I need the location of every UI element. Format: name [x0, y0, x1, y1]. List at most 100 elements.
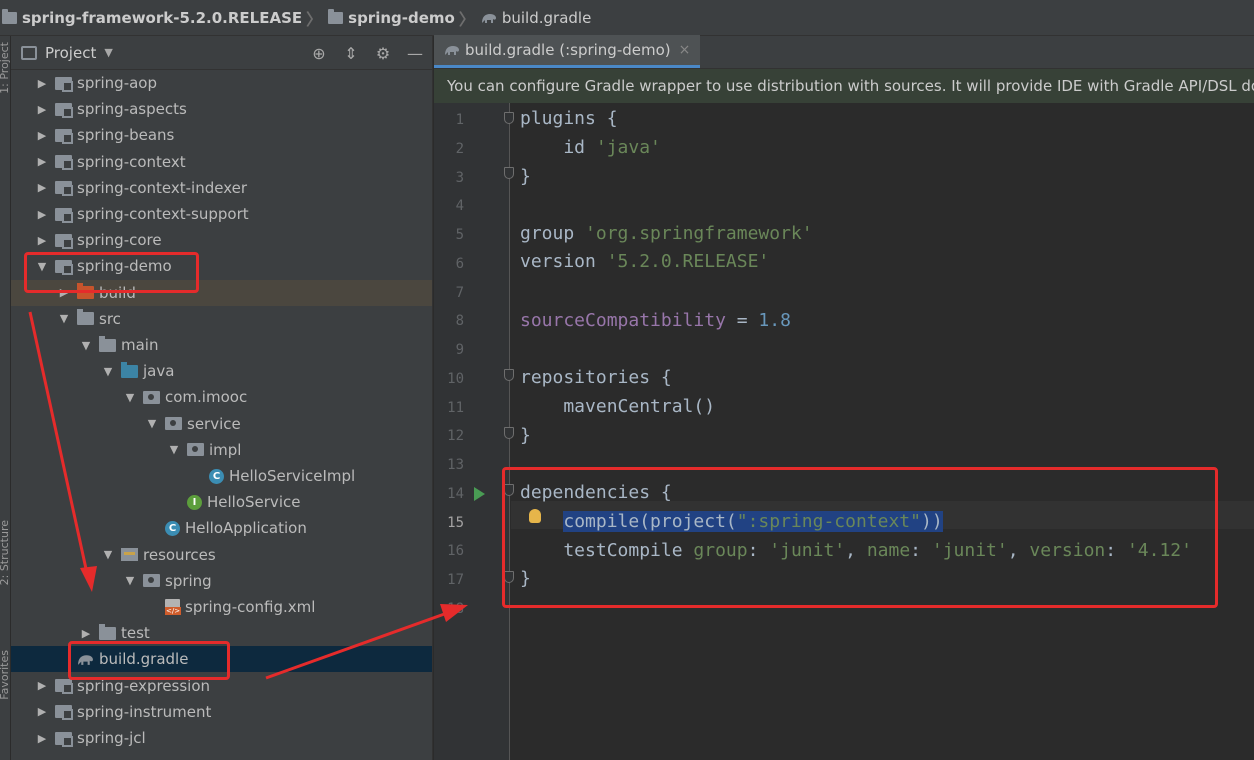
module-icon	[55, 181, 73, 197]
tree-item-spring-demo[interactable]: ▼ spring-demo	[11, 253, 432, 279]
tree-item-spring-beans[interactable]: ▶ spring-beans	[11, 122, 432, 148]
editor-area: build.gradle (:spring-demo) × You can co…	[434, 35, 1254, 760]
source-folder-icon	[121, 361, 138, 378]
chevron-down-icon[interactable]: ▼	[104, 46, 112, 59]
collapsed-arrow-icon[interactable]: ▶	[35, 234, 49, 247]
tree-item-helloservice[interactable]: ▶IHelloService	[11, 489, 432, 515]
editor-gutter: 1 2 3 4 5 6 7 8 9 10 11 12 13 14 15 16 17 18	[434, 103, 514, 760]
collapsed-arrow-icon[interactable]: ▶	[35, 679, 49, 692]
breadcrumb-item-file[interactable]: build.gradle	[481, 9, 591, 27]
tree-item-spring-core[interactable]: ▶ spring-core	[11, 227, 432, 253]
expanded-arrow-icon[interactable]: ▼	[123, 574, 137, 587]
line-number: 11	[447, 399, 464, 416]
code-line-17: }	[520, 568, 531, 589]
code-line-12: }	[520, 425, 531, 446]
tree-item-java[interactable]: ▼ java	[11, 358, 432, 384]
expanded-arrow-icon[interactable]: ▼	[35, 260, 49, 273]
tree-item-build-gradle[interactable]: ▶build.gradle	[11, 646, 432, 673]
run-icon[interactable]	[474, 487, 485, 501]
tree-item-helloserviceimpl[interactable]: ▶CHelloServiceImpl	[11, 463, 432, 489]
expanded-arrow-icon[interactable]: ▼	[123, 391, 137, 404]
line-number: 18	[447, 600, 464, 617]
breadcrumb-item-module[interactable]: spring-demo 〉	[328, 6, 481, 30]
code-line-1: plugins {	[520, 108, 618, 129]
line-number: 13	[447, 457, 464, 473]
tree-item-src[interactable]: ▼ src	[11, 306, 432, 332]
favorites-tool-tab[interactable]: Favorites	[0, 650, 11, 700]
line-number: 8	[455, 313, 464, 330]
tree-item-spring-context-support[interactable]: ▶ spring-context-support	[11, 201, 432, 227]
collapsed-arrow-icon[interactable]: ▶	[35, 705, 49, 718]
tree-item-label: test	[121, 624, 150, 643]
tree-item-spring-expression[interactable]: ▶ spring-expression	[11, 673, 432, 699]
class-icon: C	[209, 468, 224, 484]
tree-item-label: spring-jcl	[77, 729, 146, 747]
tree-item-label: spring-aop	[77, 74, 158, 92]
collapsed-arrow-icon[interactable]: ▶	[35, 103, 49, 116]
spring-boot-class-icon: C	[165, 520, 180, 536]
collapsed-arrow-icon[interactable]: ▶	[35, 732, 49, 745]
line-number: 9	[455, 342, 464, 358]
expanded-arrow-icon[interactable]: ▼	[101, 548, 115, 561]
collapsed-arrow-icon[interactable]: ▶	[35, 208, 49, 221]
line-number: 12	[447, 428, 464, 445]
expanded-arrow-icon[interactable]: ▼	[145, 417, 159, 430]
tree-item-helloapplication[interactable]: ▶CHelloApplication	[11, 515, 432, 541]
tree-item-spring-config-xml[interactable]: ▶spring-config.xml	[11, 594, 432, 620]
folder-icon	[99, 623, 116, 640]
close-icon[interactable]: ×	[679, 42, 691, 58]
folder-icon	[2, 8, 17, 24]
package-icon	[143, 390, 160, 404]
tree-item-spring-context[interactable]: ▶ spring-context	[11, 149, 432, 175]
tree-item-label: spring-config.xml	[185, 598, 316, 616]
collapsed-arrow-icon[interactable]: ▶	[79, 627, 93, 640]
breadcrumb-separator: 〉	[458, 9, 475, 29]
tree-item-com-imooc[interactable]: ▼ com.imooc	[11, 384, 432, 410]
line-number: 10	[447, 370, 464, 387]
expanded-arrow-icon[interactable]: ▼	[101, 365, 115, 378]
collapse-icon[interactable]: ⇕	[342, 44, 360, 63]
tree-item-label: resources	[143, 545, 216, 564]
tree-item-label: build	[99, 283, 136, 302]
lightbulb-icon[interactable]	[529, 509, 541, 523]
expanded-arrow-icon[interactable]: ▼	[57, 312, 71, 325]
tree-item-spring-instrument[interactable]: ▶ spring-instrument	[11, 699, 432, 725]
editor-tab-bar: build.gradle (:spring-demo) ×	[434, 35, 1254, 69]
resources-folder-icon	[121, 548, 138, 562]
project-view-icon	[21, 45, 37, 60]
tree-item-spring-context-indexer[interactable]: ▶ spring-context-indexer	[11, 175, 432, 201]
tree-item-spring-aop[interactable]: ▶ spring-aop	[11, 70, 432, 96]
collapsed-arrow-icon[interactable]: ▶	[35, 77, 49, 90]
expanded-arrow-icon[interactable]: ▼	[79, 339, 93, 352]
collapsed-arrow-icon[interactable]: ▶	[35, 129, 49, 142]
package-icon	[187, 443, 204, 457]
tree-item-label: spring-context	[77, 152, 186, 171]
project-tool-tab[interactable]: 1: Project	[0, 42, 11, 94]
interface-icon: I	[187, 494, 202, 510]
tree-item-main[interactable]: ▼ main	[11, 332, 432, 358]
tree-item-resources[interactable]: ▼ resources	[11, 542, 432, 568]
gear-icon[interactable]: ⚙	[374, 44, 392, 63]
structure-tool-tab[interactable]: 2: Structure	[0, 520, 11, 585]
tree-item-label: java	[143, 362, 175, 381]
expanded-arrow-icon[interactable]: ▼	[167, 443, 181, 456]
code-line-6: version '5.2.0.RELEASE'	[520, 251, 770, 272]
code-editor[interactable]: plugins { id 'java' } group 'org.springf…	[511, 103, 1254, 760]
hide-icon[interactable]: —	[406, 44, 424, 63]
project-view-selector[interactable]: Project	[45, 44, 96, 62]
tree-item-spring-jcl[interactable]: ▶ spring-jcl	[11, 725, 432, 751]
project-panel: Project ▼ ⊕ ⇕ ⚙ — ▶ spring-aop ▶ spring-asp…	[11, 36, 433, 760]
collapsed-arrow-icon[interactable]: ▶	[35, 181, 49, 194]
tab-build-gradle[interactable]: build.gradle (:spring-demo) ×	[434, 35, 701, 68]
breadcrumb-item-project[interactable]: spring-framework-5.2.0.RELEASE 〉	[2, 6, 328, 30]
module-icon	[55, 76, 73, 92]
tree-item-spring[interactable]: ▼ spring	[11, 568, 432, 594]
locate-icon[interactable]: ⊕	[310, 44, 328, 63]
collapsed-arrow-icon[interactable]: ▶	[35, 155, 49, 168]
tree-item-service[interactable]: ▼ service	[11, 411, 432, 437]
tree-item-test[interactable]: ▶ test	[11, 620, 432, 646]
tree-item-impl[interactable]: ▼ impl	[11, 437, 432, 463]
collapsed-arrow-icon[interactable]: ▶	[57, 286, 71, 299]
tree-item-build[interactable]: ▶ build	[11, 279, 432, 306]
tree-item-spring-aspects[interactable]: ▶ spring-aspects	[11, 96, 432, 122]
